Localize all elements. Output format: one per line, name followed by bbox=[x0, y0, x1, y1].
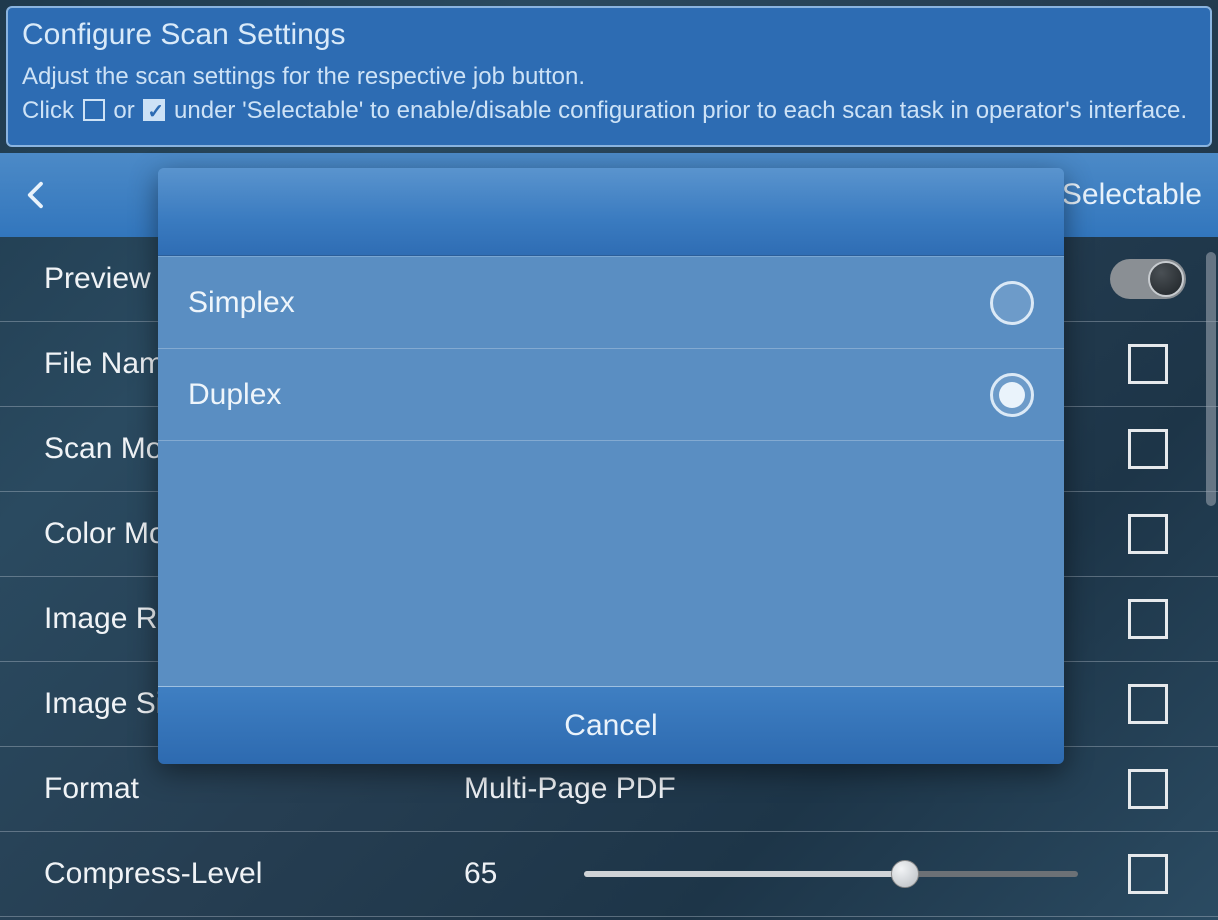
header-line-2-pre: Click bbox=[22, 97, 81, 124]
header-line-2-mid: or bbox=[113, 97, 141, 124]
header-line-2-post: under 'Selectable' to enable/disable con… bbox=[174, 97, 1187, 124]
back-button[interactable] bbox=[16, 175, 56, 215]
selectable-checkbox[interactable] bbox=[1128, 769, 1168, 809]
row-compress-level[interactable]: Compress-Level 65 bbox=[0, 832, 1218, 917]
header-info-box: Configure Scan Settings Adjust the scan … bbox=[6, 6, 1212, 147]
selectable-checkbox[interactable] bbox=[1128, 854, 1168, 894]
selectable-checkbox[interactable] bbox=[1128, 344, 1168, 384]
preview-toggle[interactable] bbox=[1110, 259, 1186, 299]
unchecked-box-icon bbox=[83, 99, 105, 121]
option-label: Simplex bbox=[188, 286, 990, 320]
selectable-column-header: Selectable bbox=[1062, 178, 1202, 212]
row-value: 65 bbox=[464, 857, 584, 891]
row-label: Compress-Level bbox=[44, 857, 464, 891]
selectable-checkbox[interactable] bbox=[1128, 429, 1168, 469]
option-duplex[interactable]: Duplex bbox=[158, 349, 1064, 441]
radio-icon bbox=[990, 281, 1034, 325]
modal-body: Simplex Duplex bbox=[158, 256, 1064, 686]
option-label: Duplex bbox=[188, 378, 990, 412]
header-line-1: Adjust the scan settings for the respect… bbox=[22, 60, 1196, 94]
scan-mode-modal: Simplex Duplex Cancel bbox=[158, 168, 1064, 764]
chevron-left-icon bbox=[21, 175, 51, 215]
selectable-checkbox[interactable] bbox=[1128, 684, 1168, 724]
modal-header bbox=[158, 168, 1064, 256]
option-simplex[interactable]: Simplex bbox=[158, 257, 1064, 349]
selectable-checkbox[interactable] bbox=[1128, 599, 1168, 639]
header-title: Configure Scan Settings bbox=[22, 18, 1196, 52]
checked-box-icon bbox=[143, 99, 165, 121]
selectable-checkbox[interactable] bbox=[1128, 514, 1168, 554]
row-value: Multi-Page PDF bbox=[464, 772, 1108, 806]
header-line-2: Click or under 'Selectable' to enable/di… bbox=[22, 94, 1196, 128]
row-label: Format bbox=[44, 772, 464, 806]
scrollbar-thumb[interactable] bbox=[1206, 252, 1216, 506]
cancel-label: Cancel bbox=[564, 709, 657, 743]
compress-slider[interactable] bbox=[584, 871, 1078, 877]
cancel-button[interactable]: Cancel bbox=[158, 686, 1064, 764]
radio-icon bbox=[990, 373, 1034, 417]
